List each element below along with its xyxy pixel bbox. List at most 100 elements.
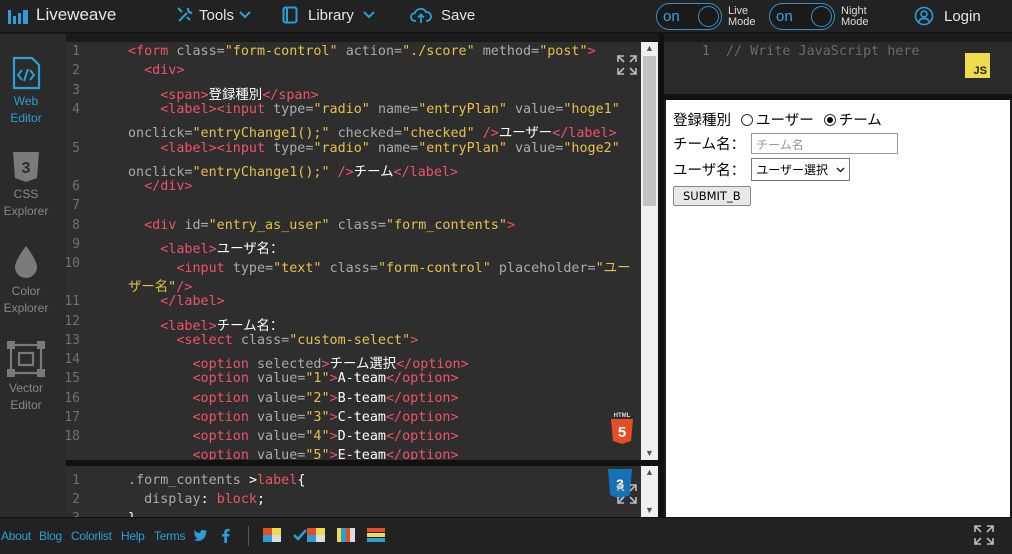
code-line: <label>ユーザ名：	[160, 242, 284, 257]
line-number: 4	[72, 102, 80, 117]
save-button[interactable]: Save	[410, 6, 475, 24]
facebook-icon[interactable]	[222, 528, 230, 543]
code-line: ザー名"/>	[128, 280, 193, 295]
code-line: <select class="custom-select">	[176, 333, 419, 348]
code-line: <option value="1">A-team</option>	[192, 371, 459, 386]
line-number: 9	[72, 237, 80, 252]
js-icon: JS	[965, 53, 990, 78]
radio-team-label[interactable]: チーム	[839, 109, 882, 130]
code-line: onclick="entryChange1();" />チーム</label>	[128, 165, 459, 180]
user-name-label: ユーザ名：	[673, 163, 746, 179]
css-editor-scrollbar[interactable]: ▲ ▼	[641, 466, 658, 517]
login-button[interactable]: Login	[914, 6, 981, 26]
sidebar-label-line1: Color	[11, 284, 41, 298]
user-name-row: ユーザ名： ユーザー選択	[673, 158, 850, 181]
line-number: 11	[66, 294, 80, 309]
js-editor[interactable]: 1 // Write JavaScript here	[664, 42, 1012, 94]
svg-text:HTML: HTML	[614, 413, 631, 419]
code-line: <option value="2">B-team</option>	[192, 391, 459, 406]
chevron-down-icon	[239, 11, 251, 19]
sidebar-item-web-editor[interactable]: Web Editor	[0, 56, 52, 127]
pane-divider[interactable]	[658, 34, 664, 517]
code-line: <label><input type="radio" name="entryPl…	[160, 102, 620, 117]
user-select-value: ユーザー選択	[756, 163, 828, 177]
entry-type-label: 登録種別	[673, 113, 731, 129]
left-sidebar: Web Editor 3 CSS Explorer Color Explorer…	[0, 34, 66, 517]
color-checker-icon[interactable]	[293, 528, 325, 542]
sidebar-item-color-explorer[interactable]: Color Explorer	[0, 244, 52, 317]
svg-text:3: 3	[22, 160, 31, 177]
html-editor[interactable]: 1 2 3 4 5 6 7 8 9 10 11 12 13 14 15 16 1…	[66, 42, 641, 460]
line-number: 12	[66, 314, 80, 329]
night-mode-switch[interactable]: on	[769, 3, 835, 30]
vector-editor-icon	[7, 341, 45, 377]
code-line: <span>登録種別</span>	[160, 88, 319, 103]
sidebar-item-css-explorer[interactable]: 3 CSS Explorer	[0, 151, 52, 220]
app-logo[interactable]: Liveweave	[8, 5, 116, 25]
app-logo-text: Liveweave	[36, 5, 117, 24]
login-label: Login	[944, 7, 981, 25]
submit-button[interactable]: SUBMIT_B	[673, 186, 751, 206]
library-menu-button[interactable]: Library	[282, 6, 375, 24]
footer-link-colorlist[interactable]: Colorlist	[71, 529, 112, 543]
code-line: <option value="3">C-team</option>	[192, 410, 459, 425]
footer-link-terms[interactable]: Terms	[154, 529, 185, 543]
live-mode-switch[interactable]: on	[656, 3, 722, 30]
line-number: 1	[72, 473, 80, 488]
scrollbar-thumb[interactable]	[643, 56, 656, 206]
tools-menu-label: Tools	[199, 6, 235, 24]
sidebar-label-line1: Vector	[8, 381, 44, 395]
live-mode-label-line1: Live	[728, 4, 749, 17]
night-mode-toggle[interactable]: on Night Mode	[769, 3, 869, 30]
html-editor-scrollbar[interactable]: ▲ ▼	[641, 42, 658, 460]
footer-link-about[interactable]: About	[1, 529, 31, 543]
code-line: .form_contents >label{	[128, 473, 306, 488]
code-line: <label><input type="radio" name="entryPl…	[160, 141, 620, 156]
expand-icon[interactable]	[616, 54, 638, 76]
sidebar-item-vector-editor[interactable]: Vector Editor	[0, 341, 52, 414]
live-mode-toggle[interactable]: on Live Mode	[656, 3, 756, 30]
line-number: 17	[66, 410, 80, 425]
line-number: 15	[66, 371, 80, 386]
radio-user-label[interactable]: ユーザー	[756, 109, 814, 130]
footer-divider	[248, 526, 249, 546]
line-number: 5	[72, 141, 80, 156]
night-mode-label: Night Mode	[841, 5, 869, 28]
color-layers-icon[interactable]	[367, 528, 385, 542]
scroll-up-icon[interactable]: ▲	[645, 467, 654, 477]
css-editor-gutter: 1 2 3	[66, 466, 120, 517]
scroll-down-icon[interactable]: ▼	[645, 448, 654, 458]
cloud-upload-icon	[410, 7, 432, 23]
entry-type-row: 登録種別 ユーザー チーム	[673, 109, 882, 130]
radio-team[interactable]	[823, 113, 836, 126]
scroll-up-icon[interactable]: ▲	[645, 43, 654, 53]
user-select[interactable]: ユーザー選択	[751, 158, 850, 181]
top-toolbar: Liveweave Tools Library Save on Live Mod…	[0, 0, 1012, 33]
night-mode-state: on	[776, 8, 793, 25]
css-editor[interactable]: 1 2 3 .form_contents >label{ display: bl…	[66, 466, 641, 517]
html5-icon: HTML 5	[611, 413, 633, 444]
user-icon	[914, 6, 934, 26]
library-icon	[282, 6, 298, 24]
switch-knob	[698, 6, 719, 27]
color-stripes-icon[interactable]	[337, 528, 355, 542]
twitter-icon[interactable]	[193, 529, 208, 542]
line-number: 3	[72, 83, 80, 98]
fullscreen-icon[interactable]	[973, 524, 995, 546]
bottom-bar: About Blog Colorlist Help Terms	[0, 517, 1012, 554]
color-palette-icon[interactable]	[263, 528, 281, 542]
web-editor-icon	[12, 56, 41, 90]
footer-link-blog[interactable]: Blog	[39, 529, 62, 543]
expand-icon[interactable]	[616, 483, 638, 505]
code-line: <option value="5">E-team</option>	[192, 448, 459, 460]
scroll-down-icon[interactable]: ▼	[645, 505, 654, 515]
sidebar-label-line2: Explorer	[3, 204, 49, 218]
footer-link-help[interactable]: Help	[121, 529, 145, 543]
team-name-input[interactable]: チーム名	[751, 133, 899, 154]
code-line: <form class="form-control" action="./sco…	[128, 44, 596, 59]
radio-user[interactable]	[741, 113, 753, 126]
js-code-line: // Write JavaScript here	[726, 44, 920, 59]
sidebar-label-line1: Web	[13, 94, 39, 108]
line-number: 1	[72, 44, 80, 59]
tools-menu-button[interactable]: Tools	[176, 6, 251, 24]
